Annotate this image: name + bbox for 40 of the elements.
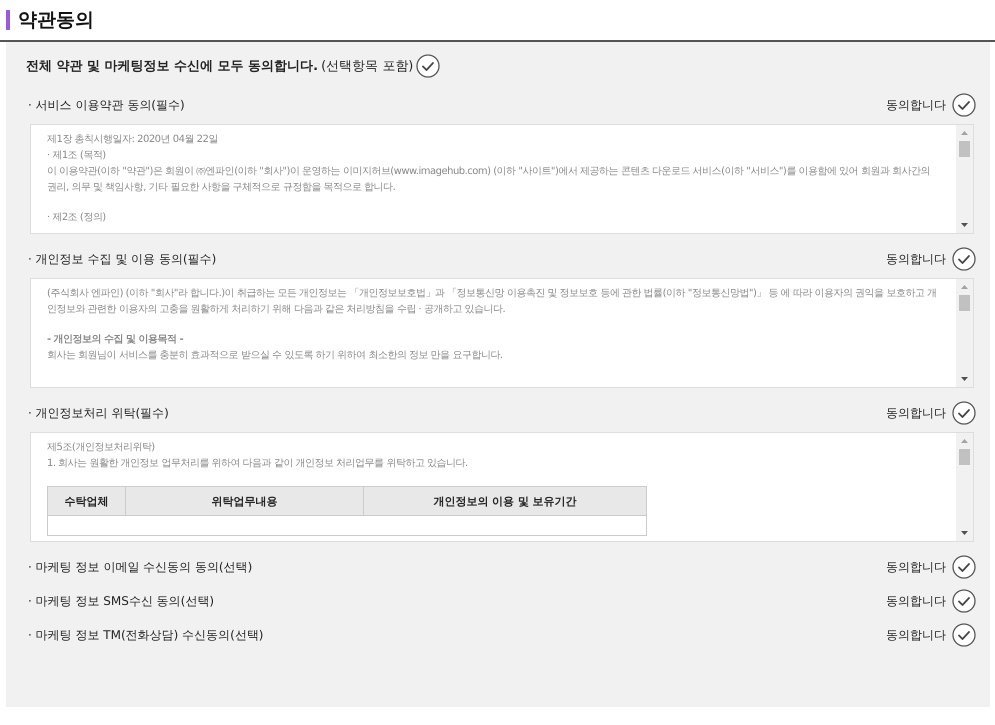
terms-label: · 마케팅 정보 TM(전화상담) 수신동의(선택) — [28, 626, 264, 644]
terms-text: 제1장 총칙시행일자: 2020년 04월 22일 — [47, 133, 219, 147]
agree-label: 동의합니다 — [886, 626, 946, 644]
agree-label: 동의합니다 — [886, 404, 946, 422]
check-circle-icon[interactable] — [952, 247, 976, 271]
agree-all-note: (선택항목 포함) — [321, 58, 414, 75]
terms-text: 이 이용약관(이하 "약관")은 회원이 ㈜엔파인(이하 "회사")이 운영하는 이미지허브(www.imagehub.com) (이하 "사이트")에서 제공하는 콘텐츠 다운로드 서비스(이하 "서비스")를 이용함에 있어 회원과 회사간의 권리, 의무 및 책임사항, 기타 필요한 사항을 구체적으로 규정함을 목적으로 합니다. — [47, 165, 932, 195]
terms-label: · 개인정보 수집 및 이용 동의(필수) — [28, 250, 216, 268]
terms-label: · 개인정보처리 위탁(필수) — [28, 404, 169, 422]
terms-text: (주식회사 엔파인) (이하 "회사"라 합니다.)이 취급하는 모든 개인정보는 「개인정보보호법」과 「정보통신망 이용촉진 및 정보보호 등에 관한 법률(이하 "정보통신망법")」 등 에 따라 이용자의 권익을 보호하고 개인정보와 관련한 이용자의 고충을 원활하게 처리하기 위해 다음과 같은 처리방침을 수립 · 공개하고 있습니다. — [47, 286, 938, 317]
terms-text-box[interactable] — [30, 278, 974, 388]
terms-label: · 마케팅 정보 SMS수신 동의(선택) — [28, 592, 214, 610]
agree-label: 동의합니다 — [886, 250, 946, 268]
terms-label: · 마케팅 정보 이메일 수신동의 동의(선택) — [28, 558, 252, 576]
check-circle-icon[interactable] — [952, 401, 976, 425]
check-circle-icon[interactable] — [952, 555, 976, 579]
agree-label: 동의합니다 — [886, 592, 946, 610]
terms-text: 1. 회사는 원활한 개인정보 업무처리를 위하여 다음과 같이 개인정보 처리업무를 위탁하고 있습니다. — [47, 457, 469, 471]
terms-text: · 제1조 (목적) — [47, 149, 107, 163]
title-accent-bar — [6, 10, 10, 30]
terms-text: 제5조(개인정보처리위탁) — [47, 441, 156, 455]
check-circle-icon[interactable] — [952, 623, 976, 647]
check-circle-icon[interactable] — [952, 589, 976, 613]
terms-label: · 서비스 이용약관 동의(필수) — [28, 96, 185, 114]
page-title: 약관동의 — [18, 8, 94, 33]
scrollbar-drawing[interactable] — [956, 279, 973, 387]
column-header: 수탁업체 — [48, 486, 126, 516]
scrollbar-drawing[interactable] — [956, 433, 973, 541]
terms-text: - 개인정보의 수집 및 이용목적 - — [47, 333, 184, 347]
terms-text: 회사는 회원님이 서비스를 충분히 효과적으로 받으실 수 있도록 하기 위하여 최소한의 정보 만을 요구합니다. — [47, 349, 504, 363]
terms-text-box[interactable]: 제5조(개인정보처리위탁) 1. 회사는 원활한 개인정보 업무처리를 위하여 다음과 같이 개인정보 처리업무를 위탁하고 있습니다. 수탁업체 위탁업무내용 개인정보의 이용 및 보유기간 — [30, 432, 974, 542]
column-header: 위탁업무내용 — [126, 486, 364, 516]
check-circle-icon[interactable] — [952, 93, 976, 117]
column-header: 개인정보의 이용 및 보유기간 — [364, 486, 646, 516]
check-circle-icon[interactable] — [416, 54, 440, 78]
agree-label: 동의합니다 — [886, 96, 946, 114]
terms-text: · 제2조 (정의) — [47, 211, 107, 225]
scrollbar-drawing[interactable] — [956, 125, 973, 233]
agree-all-label: 전체 약관 및 마케팅정보 수신에 모두 동의합니다. — [26, 58, 318, 75]
agree-label: 동의합니다 — [886, 558, 946, 576]
